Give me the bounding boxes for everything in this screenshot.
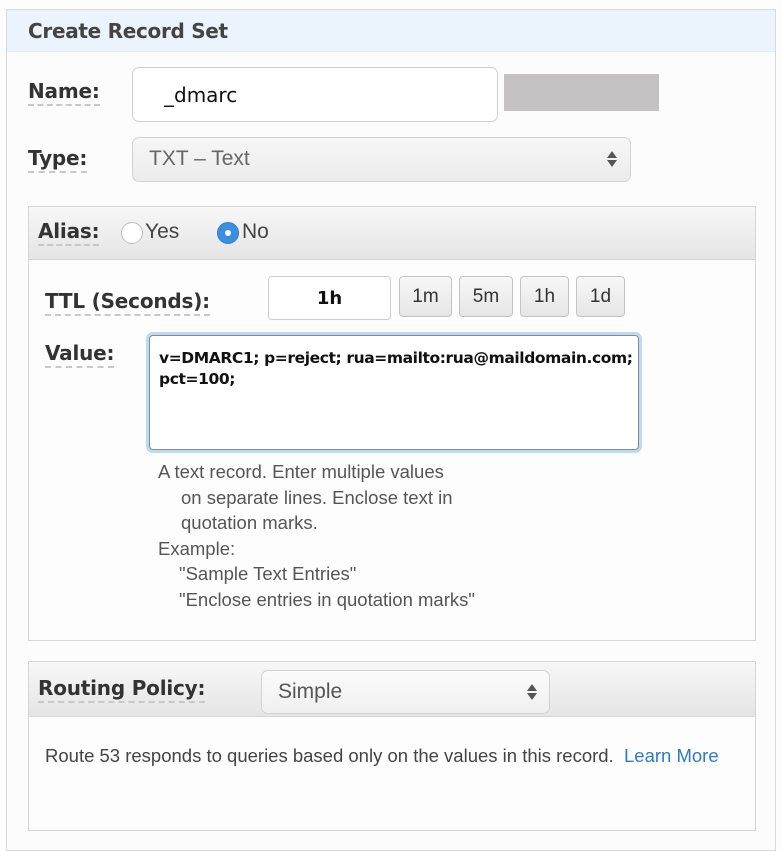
create-record-set-panel: Create Record Set Name: Type: TXT – Text… xyxy=(6,9,776,851)
ttl-1d-button[interactable]: 1d xyxy=(576,276,625,317)
routing-description-text: Route 53 responds to queries based only … xyxy=(45,745,614,766)
ttl-5m-button[interactable]: 5m xyxy=(459,276,513,317)
routing-policy-select[interactable]: Simple xyxy=(261,670,550,714)
routing-policy-panel: Routing Policy: Simple Route 53 responds… xyxy=(28,661,756,831)
type-select[interactable]: TXT – Text xyxy=(132,137,631,182)
learn-more-link-text-2[interactable]: More xyxy=(676,745,718,766)
value-label: Value: xyxy=(45,341,115,368)
routing-policy-label: Routing Policy: xyxy=(38,676,206,703)
alias-label: Alias: xyxy=(38,219,100,246)
value-help-text: A text record. Enter multiple values on … xyxy=(158,459,475,612)
alias-header: Alias: Yes No xyxy=(29,207,755,260)
help-example-label: Example: xyxy=(158,537,236,559)
alias-yes-radio[interactable] xyxy=(121,222,143,244)
help-example: "Enclose entries in quotation marks" xyxy=(179,588,475,610)
help-line: A text record. Enter multiple values xyxy=(158,461,444,482)
panel-header: Create Record Set xyxy=(7,10,775,52)
alias-no-label[interactable]: No xyxy=(242,220,269,244)
ttl-1m-button[interactable]: 1m xyxy=(399,276,452,317)
ttl-label: TTL (Seconds): xyxy=(45,289,210,316)
name-input[interactable] xyxy=(132,67,498,122)
name-label: Name: xyxy=(28,79,100,106)
panel-title: Create Record Set xyxy=(28,19,228,43)
routing-select-value: Simple xyxy=(278,680,343,703)
redacted-domain xyxy=(504,74,659,111)
alias-yes-label[interactable]: Yes xyxy=(145,220,179,244)
alias-no-radio[interactable] xyxy=(217,222,239,244)
learn-more-link[interactable]: Learn More xyxy=(624,745,719,766)
help-example: "Sample Text Entries" xyxy=(179,563,357,584)
type-label: Type: xyxy=(28,146,87,173)
routing-header: Routing Policy: Simple xyxy=(29,662,755,717)
help-line: on separate lines. Enclose text in xyxy=(181,486,453,508)
value-textarea[interactable]: v=DMARC1; p=reject; rua=mailto:rua@maild… xyxy=(149,335,639,450)
routing-description: Route 53 responds to queries based only … xyxy=(45,741,745,771)
ttl-input[interactable] xyxy=(268,276,391,320)
type-select-value: TXT – Text xyxy=(149,147,250,170)
help-line: quotation marks. xyxy=(181,512,318,533)
select-arrows-icon xyxy=(527,684,537,700)
ttl-1h-button[interactable]: 1h xyxy=(520,276,569,317)
select-arrows-icon xyxy=(607,151,617,167)
alias-panel: Alias: Yes No TTL (Seconds): 1m 5m 1h 1d… xyxy=(28,206,756,641)
learn-more-link-text-1[interactable]: Learn xyxy=(624,745,671,766)
